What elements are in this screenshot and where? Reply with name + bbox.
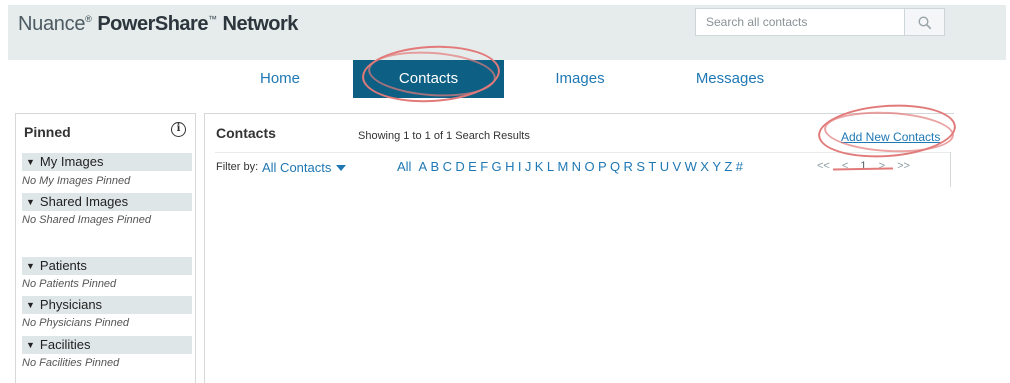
brand-tail: Network xyxy=(222,13,299,35)
section-label: Patients xyxy=(39,258,87,273)
sidebar-section-my-images[interactable]: ▼ My Images xyxy=(22,153,192,171)
empty-text: No My Images Pinned xyxy=(22,175,131,187)
alpha-link-n[interactable]: N xyxy=(572,159,581,174)
section-label: Physicians xyxy=(39,297,103,312)
alpha-link-v[interactable]: V xyxy=(673,159,682,174)
alpha-link-u[interactable]: U xyxy=(660,159,669,174)
alpha-link-w[interactable]: W xyxy=(685,159,697,174)
brand-light: Nuance xyxy=(18,13,86,35)
pager-next[interactable]: > xyxy=(879,160,885,172)
alpha-link-y[interactable]: Y xyxy=(712,159,721,174)
triangle-down-icon: ▼ xyxy=(26,340,35,350)
reg-mark: ® xyxy=(85,14,92,24)
section-label: My Images xyxy=(39,154,104,169)
empty-text: No Shared Images Pinned xyxy=(22,214,152,226)
filter-label: Filter by: xyxy=(216,161,259,173)
pinned-sidebar: Pinned i ▼ My Images No My Images Pinned … xyxy=(15,113,196,383)
alpha-link-q[interactable]: Q xyxy=(610,159,620,174)
search-icon xyxy=(918,16,932,30)
divider xyxy=(215,152,950,153)
alpha-link-e[interactable]: E xyxy=(468,159,477,174)
alpha-link-z[interactable]: Z xyxy=(724,159,732,174)
alpha-link-i[interactable]: I xyxy=(518,159,522,174)
pager-current[interactable]: 1 xyxy=(860,160,866,172)
empty-text: No Patients Pinned xyxy=(22,278,117,290)
alpha-link-d[interactable]: D xyxy=(455,159,464,174)
tab-images[interactable]: Images xyxy=(535,60,625,98)
results-count: Showing 1 to 1 of 1 Search Results xyxy=(358,130,530,142)
alpha-link-h[interactable]: H xyxy=(505,159,514,174)
alpha-link-l[interactable]: L xyxy=(547,159,554,174)
page: Nuance® PowerShare™ Network Search all c… xyxy=(0,0,1010,383)
alpha-link-s[interactable]: S xyxy=(636,159,645,174)
tab-contacts[interactable]: Contacts xyxy=(353,60,504,98)
pager-last[interactable]: >> xyxy=(897,160,910,172)
main-nav: Home Contacts Images Messages xyxy=(0,60,1010,100)
alpha-link-p[interactable]: P xyxy=(598,159,607,174)
alpha-link-a[interactable]: A xyxy=(418,159,427,174)
sidebar-section-patients[interactable]: ▼ Patients xyxy=(22,257,192,275)
alpha-link-m[interactable]: M xyxy=(557,159,568,174)
triangle-down-icon: ▼ xyxy=(26,197,35,207)
filter-value: All Contacts xyxy=(262,160,332,175)
section-label: Shared Images xyxy=(39,194,129,209)
alpha-link-o[interactable]: O xyxy=(584,159,594,174)
alphabet-filter: All A B C D E F G H I J K L M N O P Q R S T U V W X Y Z # xyxy=(397,159,746,174)
panel-title: Contacts xyxy=(216,125,276,141)
search-button[interactable] xyxy=(905,8,945,36)
sidebar-section-shared-images[interactable]: ▼ Shared Images xyxy=(22,193,192,211)
alpha-link-x[interactable]: X xyxy=(700,159,709,174)
sidebar-title: Pinned xyxy=(24,124,71,140)
alpha-link-hash[interactable]: # xyxy=(736,159,743,174)
alpha-link-c[interactable]: C xyxy=(443,159,452,174)
alpha-link-g[interactable]: G xyxy=(492,159,502,174)
add-new-contacts-link[interactable]: Add New Contacts xyxy=(841,130,940,144)
tab-home[interactable]: Home xyxy=(235,60,325,98)
triangle-down-icon: ▼ xyxy=(26,300,35,310)
filter-dropdown[interactable]: All Contacts xyxy=(262,160,347,175)
tm-mark: ™ xyxy=(207,14,217,24)
alpha-link-j[interactable]: J xyxy=(525,159,532,174)
triangle-down-icon: ▼ xyxy=(26,261,35,271)
alpha-link-t[interactable]: T xyxy=(648,159,656,174)
sidebar-section-physicians[interactable]: ▼ Physicians xyxy=(22,296,192,314)
alpha-link-f[interactable]: F xyxy=(480,159,488,174)
sidebar-section-facilities[interactable]: ▼ Facilities xyxy=(22,336,192,354)
empty-text: No Facilities Pinned xyxy=(22,357,120,369)
caret-down-icon xyxy=(336,165,347,171)
alpha-link-all[interactable]: All xyxy=(397,159,411,174)
alpha-link-r[interactable]: R xyxy=(624,159,633,174)
triangle-down-icon: ▼ xyxy=(26,157,35,167)
panel-edge xyxy=(950,152,951,187)
section-label: Facilities xyxy=(39,337,91,352)
contacts-panel: Contacts Showing 1 to 1 of 1 Search Resu… xyxy=(204,113,954,383)
brand-bold: PowerShare xyxy=(97,13,208,35)
brand-logo[interactable]: Nuance® PowerShare™ Network xyxy=(18,13,298,36)
search-input[interactable]: Search all contacts xyxy=(695,8,905,36)
alpha-link-b[interactable]: B xyxy=(431,159,440,174)
pager-first[interactable]: << xyxy=(817,160,830,172)
tab-messages[interactable]: Messages xyxy=(675,60,785,98)
empty-text: No Physicians Pinned xyxy=(22,317,130,329)
alpha-link-k[interactable]: K xyxy=(535,159,544,174)
info-icon[interactable]: i xyxy=(171,122,186,137)
